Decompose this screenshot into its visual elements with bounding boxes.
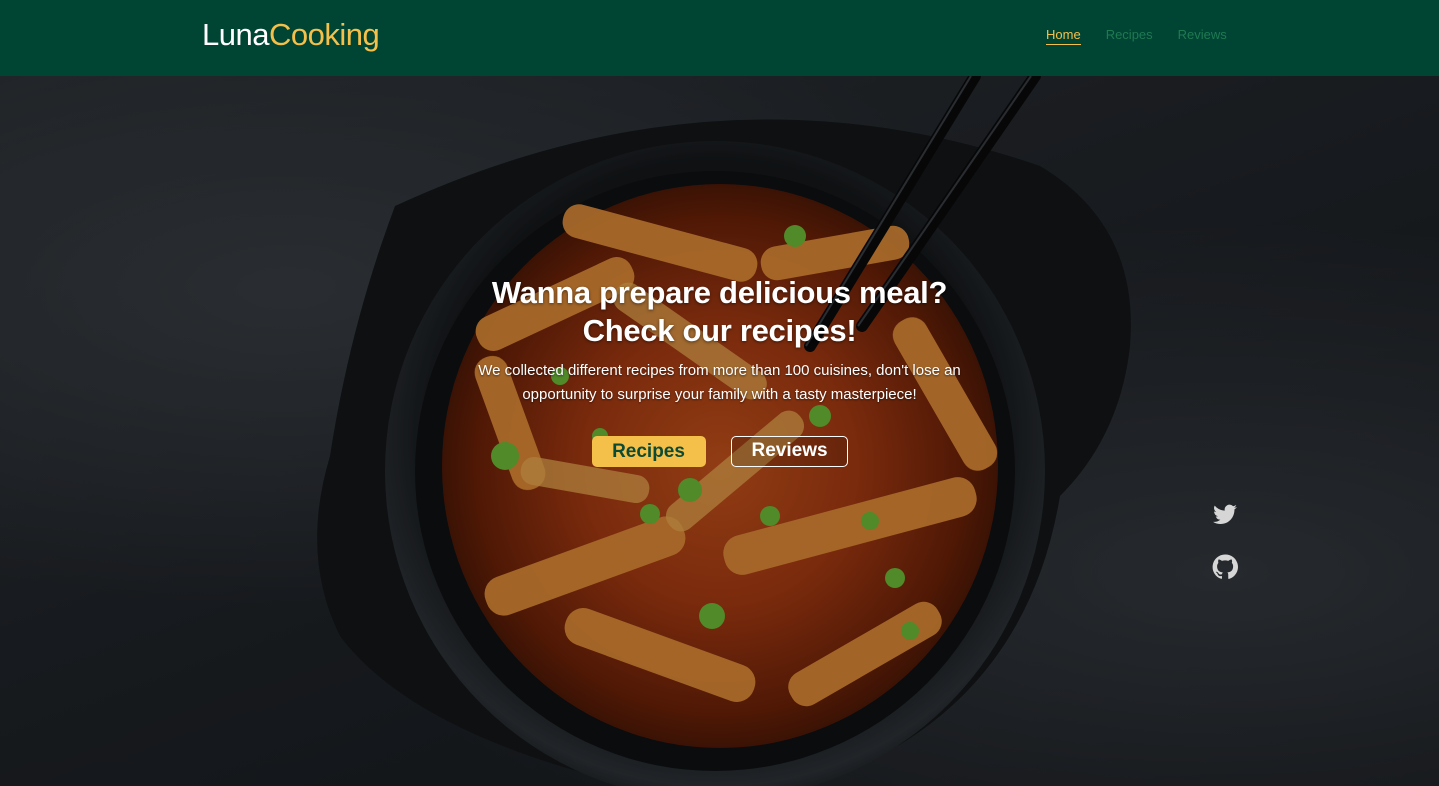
nav-home-link[interactable]: Home — [1046, 27, 1081, 45]
logo[interactable]: LunaCooking — [202, 15, 380, 55]
hero-subtitle: We collected different recipes from more… — [478, 362, 961, 403]
nav-reviews-link[interactable]: Reviews — [1178, 27, 1227, 45]
cta-buttons: Recipes Reviews — [0, 436, 1439, 467]
reviews-button[interactable]: Reviews — [730, 436, 848, 467]
hero-title-line1: Wanna prepare delicious meal? — [491, 275, 948, 310]
main-nav: Home Recipes Reviews — [1046, 27, 1227, 45]
logo-luna: Luna — [202, 17, 269, 52]
logo-cooking: Cooking — [268, 17, 380, 52]
hero-title: Wanna prepare delicious meal? Check our … — [0, 274, 1439, 350]
nav-recipes-link[interactable]: Recipes — [1106, 27, 1153, 45]
social-links — [1212, 502, 1238, 580]
site-header: LunaCooking Home Recipes Reviews — [0, 0, 1439, 76]
hero-content: Wanna prepare delicious meal? Check our … — [0, 274, 1439, 467]
recipes-button[interactable]: Recipes — [591, 436, 706, 467]
hero-title-line2: Check our recipes! — [582, 313, 857, 348]
twitter-icon[interactable] — [1212, 502, 1238, 528]
github-icon[interactable] — [1212, 554, 1238, 580]
